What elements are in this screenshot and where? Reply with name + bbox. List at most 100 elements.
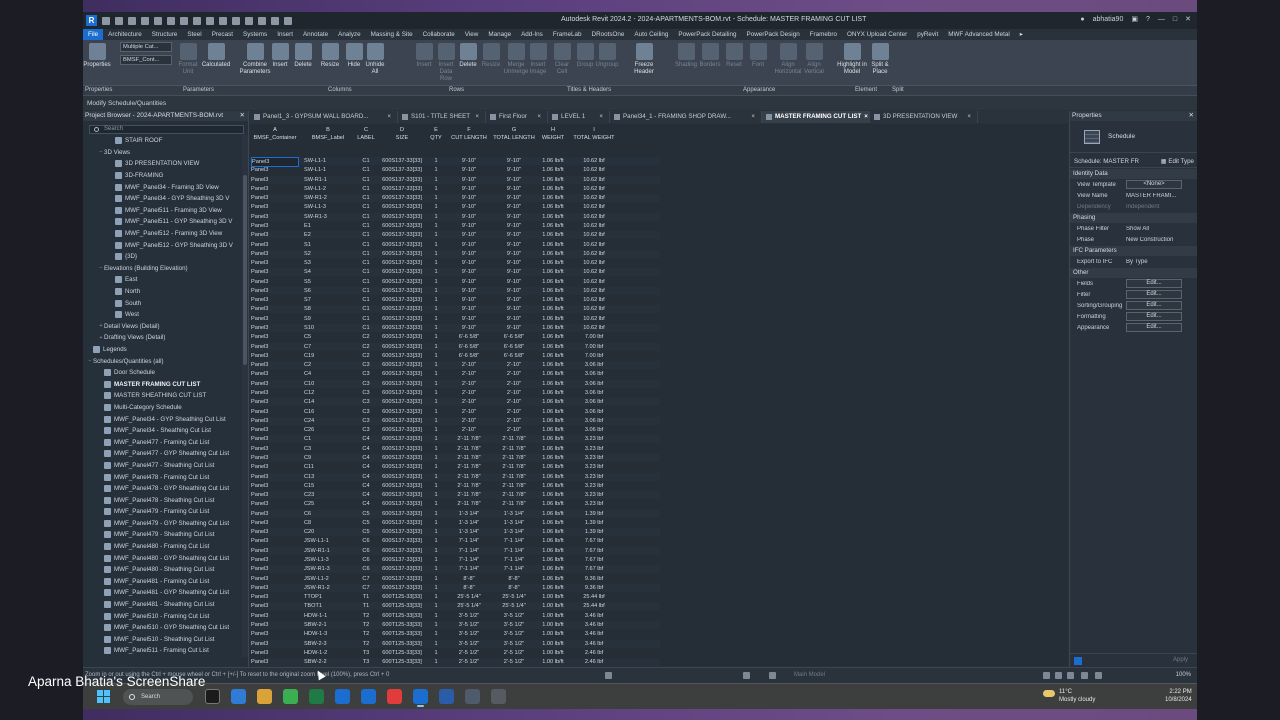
table-cell[interactable]: Panel3 [251, 602, 299, 610]
table-row[interactable]: Panel3 HDW-1-3 T2 600T125-33[33] 1 3'-5 1/2" 3… [250, 630, 660, 638]
table-cell[interactable]: 8'-8" [450, 584, 488, 592]
browser-item[interactable]: MWF_Panel479 - GYP Sheathing Cut List [83, 518, 241, 530]
table-row[interactable]: Panel3 SW-R1-2 C1 600S137-33[33] 1 9'-10" 9'-1… [250, 194, 660, 203]
browser-item[interactable]: East [83, 274, 241, 286]
table-cell[interactable]: 2'-11 7/8" [450, 491, 488, 499]
tab-view[interactable]: View [460, 29, 484, 40]
table-cell[interactable]: 1.06 lb/ft [538, 231, 568, 239]
ribbon-btn-insert-image[interactable]: Insert Image [525, 43, 551, 76]
table-row[interactable]: Panel3 C20 C5 600S137-33[33] 1 1'-3 1/4" 1'-3 … [250, 528, 660, 537]
table-cell[interactable]: Panel3 [251, 612, 299, 620]
table-cell[interactable]: 3.23 lbf [570, 454, 618, 462]
table-cell[interactable]: 1.06 lb/ft [538, 556, 568, 564]
table-row[interactable]: Panel3 C24 C3 600S137-33[33] 1 2'-10" 2'-10" 1.… [250, 416, 660, 425]
table-cell[interactable]: SBW-2-2 [304, 658, 352, 666]
table-cell[interactable]: 600S137-33[33] [380, 528, 424, 536]
table-cell[interactable]: 1 [428, 185, 444, 193]
table-cell[interactable]: 1 [428, 231, 444, 239]
browser-item[interactable]: MWF_Panel512 - GYP Sheathing 3D V [83, 239, 241, 251]
table-cell[interactable]: 2'-11 7/8" [450, 435, 488, 443]
property-edit-button[interactable]: Edit... [1126, 323, 1182, 332]
property-edit-button[interactable]: <None> [1126, 180, 1182, 189]
property-group[interactable]: Phasing [1070, 213, 1197, 223]
table-cell[interactable]: 2'-10" [450, 380, 488, 388]
table-cell[interactable]: C1 [356, 222, 376, 230]
tag-icon[interactable] [206, 16, 214, 25]
table-cell[interactable]: 1.06 lb/ft [538, 166, 568, 174]
table-row[interactable]: Panel3 C11 C4 600S137-33[33] 1 2'-11 7/8" 2'-1… [250, 463, 660, 471]
table-cell[interactable]: 1 [428, 519, 444, 527]
table-cell[interactable]: 1 [428, 222, 444, 230]
table-cell[interactable]: 2'-11 7/8" [450, 482, 488, 490]
table-cell[interactable]: 600T125-33[33] [380, 649, 424, 657]
file-explorer-icon[interactable] [257, 689, 272, 704]
browser-item[interactable]: {3D} [83, 251, 241, 263]
browser-item[interactable]: MWF_Panel511 - Framing 3D View [83, 205, 241, 217]
table-cell[interactable]: 7'-1 1/4" [450, 556, 488, 564]
table-cell[interactable]: 3'-5 1/2" [492, 630, 536, 638]
table-cell[interactable]: 9'-10" [450, 166, 488, 174]
browser-item[interactable]: MWF_Panel481 - Framing Cut List [83, 576, 241, 588]
ribbon-btn-split-place[interactable]: Split & Place [867, 43, 893, 76]
table-cell[interactable]: 9'-10" [450, 287, 488, 295]
table-cell[interactable]: 3'-5 1/2" [450, 612, 488, 620]
restore-icon[interactable]: □ [1173, 16, 1177, 23]
table-row[interactable]: Panel3 S3 C1 600S137-33[33] 1 9'-10" 9'-10" 1.0… [250, 259, 660, 267]
browser-item[interactable]: MWF_Panel511 - GYP Sheathing 3D V [83, 216, 241, 228]
tab-pyrevit[interactable]: pyRevit [912, 29, 943, 40]
table-cell[interactable]: S7 [304, 296, 352, 304]
table-cell[interactable]: 7.00 lbf [570, 333, 618, 341]
table-cell[interactable]: 1 [428, 398, 444, 406]
table-cell[interactable]: C1 [356, 213, 376, 221]
table-cell[interactable]: 1.06 lb/ft [538, 370, 568, 378]
table-cell[interactable]: 1 [428, 482, 444, 490]
table-cell[interactable]: 9'-10" [450, 185, 488, 193]
table-cell[interactable]: C4 [356, 482, 376, 490]
table-cell[interactable]: C1 [356, 157, 376, 165]
property-value[interactable]: MASTER FRAMI... [1126, 193, 1197, 199]
table-cell[interactable]: 9'-10" [492, 176, 536, 184]
browser-item[interactable]: 3D-FRAMING [83, 170, 241, 182]
table-cell[interactable]: 1 [428, 370, 444, 378]
print-icon[interactable] [167, 16, 175, 25]
table-cell[interactable]: 1.06 lb/ft [538, 250, 568, 258]
table-cell[interactable]: 2'-10" [450, 361, 488, 369]
edit-type-button[interactable]: ▦ Edit Type [1161, 158, 1194, 165]
table-cell[interactable]: 1 [428, 584, 444, 592]
table-cell[interactable]: C1 [356, 166, 376, 174]
table-cell[interactable]: 1.06 lb/ft [538, 315, 568, 323]
table-cell[interactable]: 7'-1 1/4" [492, 556, 536, 564]
table-cell[interactable]: T2 [356, 612, 376, 620]
table-cell[interactable]: C23 [304, 491, 352, 499]
table-cell[interactable]: 1.39 lbf [570, 510, 618, 518]
table-cell[interactable]: 600S137-33[33] [380, 584, 424, 592]
table-cell[interactable]: 7.00 lbf [570, 352, 618, 360]
table-cell[interactable]: 2'-10" [492, 398, 536, 406]
tab-architecture[interactable]: Architecture [103, 29, 147, 40]
table-row[interactable]: Panel3 SBW-2-1 T2 600T125-33[33] 1 3'-5 1/2" 3… [250, 621, 660, 629]
doc-tab[interactable]: Panel1_3 - GYPSUM WALL BOARD... × [250, 111, 398, 123]
table-cell[interactable]: Panel3 [251, 463, 299, 471]
table-cell[interactable]: 10.62 lbf [570, 241, 618, 249]
table-cell[interactable]: JSW-R1-3 [304, 565, 352, 573]
table-cell[interactable]: Panel3 [251, 389, 299, 397]
table-cell[interactable]: 1 [428, 630, 444, 638]
doc-tab[interactable]: MASTER FRAMING CUT LIST × [762, 111, 870, 123]
table-cell[interactable]: 2'-10" [492, 380, 536, 388]
property-value[interactable]: By Type [1126, 259, 1197, 265]
table-row[interactable]: Panel3 JSW-R1-3 C6 600S137-33[33] 1 7'-1 1/4"… [250, 565, 660, 574]
select-pinned-icon[interactable] [1043, 672, 1050, 679]
design-options-icon[interactable] [769, 672, 776, 679]
table-row[interactable]: Panel3 S6 C1 600S137-33[33] 1 9'-10" 9'-10" 1.0… [250, 286, 660, 295]
table-cell[interactable]: JSW-R1-1 [304, 547, 352, 555]
drag-elements-icon[interactable] [1081, 672, 1088, 679]
table-cell[interactable]: 3.23 lbf [570, 445, 618, 453]
table-cell[interactable]: S3 [304, 259, 352, 267]
table-cell[interactable]: 2'-11 7/8" [492, 454, 536, 462]
table-cell[interactable]: Panel3 [251, 630, 299, 638]
table-cell[interactable]: 1.06 lb/ft [538, 324, 568, 332]
table-cell[interactable]: C1 [356, 296, 376, 304]
browser-item[interactable]: MASTER SHEATHING CUT LIST [83, 390, 241, 402]
table-cell[interactable]: 9'-10" [450, 315, 488, 323]
parameter-combo[interactable]: BMSF_Cont... [120, 55, 172, 65]
